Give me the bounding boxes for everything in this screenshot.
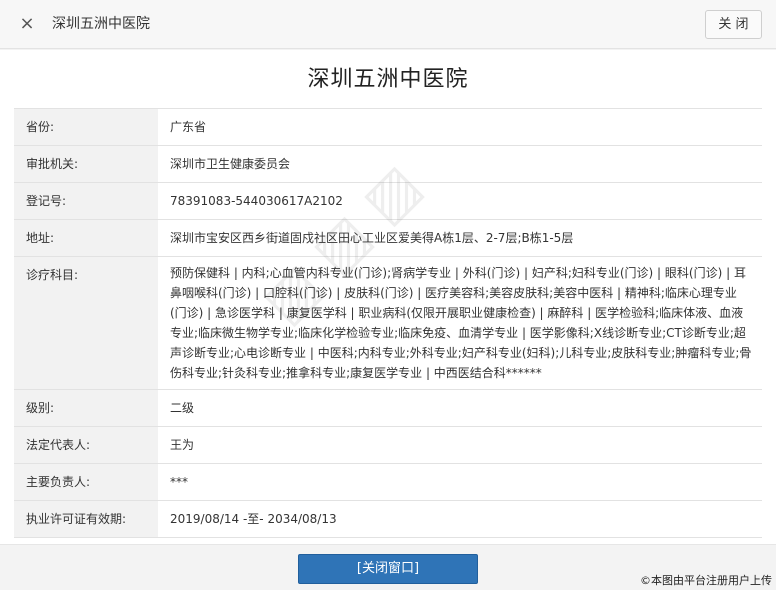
row-value: 深圳市宝安区西乡街道固戍社区田心工业区爱美得A栋1层、2-7层;B栋1-5层 bbox=[158, 219, 762, 257]
table-row: 登记号: 78391083-544030617A2102 bbox=[14, 182, 762, 220]
row-label: 法定代表人: bbox=[14, 426, 158, 464]
dialog-content: 深圳五洲中医院 省份: 广东省 审批机关: 深圳市卫生健康委员会 登记号: 78… bbox=[0, 50, 776, 544]
row-value: 78391083-544030617A2102 bbox=[158, 182, 762, 220]
table-row: 地址: 深圳市宝安区西乡街道固戍社区田心工业区爱美得A栋1层、2-7层;B栋1-… bbox=[14, 219, 762, 257]
row-value: 预防保健科 | 内科;心血管内科专业(门诊);肾病学专业 | 外科(门诊) | … bbox=[158, 256, 762, 390]
page-title: 深圳五洲中医院 bbox=[307, 67, 469, 92]
row-label: 地址: bbox=[14, 219, 158, 257]
upload-note: ©本图由平台注册用户上传 bbox=[640, 574, 772, 587]
table-row: 诊疗科目: 预防保健科 | 内科;心血管内科专业(门诊);肾病学专业 | 外科(… bbox=[14, 256, 762, 390]
row-label: 执业许可证有效期: bbox=[14, 500, 158, 538]
row-label: 主要负责人: bbox=[14, 463, 158, 501]
close-icon[interactable]: × bbox=[16, 12, 38, 36]
row-label: 诊疗科目: bbox=[14, 256, 158, 390]
row-label: 级别: bbox=[14, 389, 158, 427]
dialog-titlebar: × 深圳五洲中医院 关 闭 bbox=[0, 0, 776, 49]
close-window-button[interactable]: [关闭窗口] bbox=[298, 554, 478, 584]
row-value: 广东省 bbox=[158, 108, 762, 146]
table-row: 省份: 广东省 bbox=[14, 108, 762, 146]
row-value: 王为 bbox=[158, 426, 762, 464]
table-row: 主要负责人: *** bbox=[14, 463, 762, 501]
row-label: 登记号: bbox=[14, 182, 158, 220]
row-value: *** bbox=[158, 463, 762, 501]
row-label: 省份: bbox=[14, 108, 158, 146]
row-label: 审批机关: bbox=[14, 145, 158, 183]
close-button[interactable]: 关 闭 bbox=[705, 10, 762, 39]
table-row: 级别: 二级 bbox=[14, 389, 762, 427]
row-value: 二级 bbox=[158, 389, 762, 427]
row-value: 深圳市卫生健康委员会 bbox=[158, 145, 762, 183]
dialog-title: 深圳五洲中医院 bbox=[52, 16, 150, 32]
row-value: 2019/08/14 -至- 2034/08/13 bbox=[158, 500, 762, 538]
table-row: 审批机关: 深圳市卫生健康委员会 bbox=[14, 145, 762, 183]
table-row: 执业许可证有效期: 2019/08/14 -至- 2034/08/13 bbox=[14, 500, 762, 538]
info-table: 省份: 广东省 审批机关: 深圳市卫生健康委员会 登记号: 78391083-5… bbox=[14, 108, 762, 538]
dialog-footer: [关闭窗口] ©本图由平台注册用户上传 bbox=[0, 544, 776, 590]
table-row: 法定代表人: 王为 bbox=[14, 426, 762, 464]
